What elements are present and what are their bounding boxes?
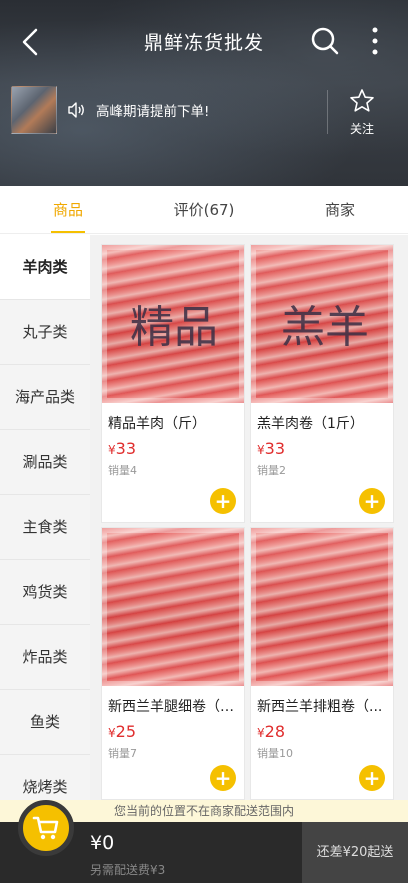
product-image — [251, 528, 393, 686]
category-seafood[interactable]: 海产品类 — [0, 365, 90, 430]
shopping-cart-icon — [32, 816, 59, 840]
chevron-left-icon — [22, 28, 38, 56]
more-menu-button[interactable] — [362, 24, 388, 58]
product-sales: 销量2 — [257, 464, 286, 477]
product-name: 羔羊肉卷（1斤） — [257, 416, 364, 432]
more-vertical-icon — [372, 27, 378, 55]
product-image: 羔羊 — [251, 245, 393, 403]
category-staples[interactable]: 主食类 — [0, 495, 90, 560]
product-image — [102, 528, 244, 686]
cart-total: ¥0 — [90, 832, 115, 854]
add-to-cart-button[interactable]: + — [359, 765, 385, 791]
product-image: 精品 — [102, 245, 244, 403]
page-title: 鼎鲜冻货批发 — [143, 32, 264, 54]
category-chicken[interactable]: 鸡货类 — [0, 560, 90, 625]
product-sales: 销量4 — [108, 464, 137, 477]
product-card[interactable]: 新西兰羊排粗卷（... ¥28 销量10 + — [250, 527, 394, 800]
tab-bar: 商品 评价(67) 商家 — [0, 186, 408, 234]
divider — [327, 90, 328, 134]
store-notice: 高峰期请提前下单! — [66, 100, 209, 120]
product-card[interactable]: 新西兰羊腿细卷（1... ¥25 销量7 + — [101, 527, 245, 800]
nav-bar: 鼎鲜冻货批发 — [0, 0, 408, 84]
product-name: 精品羊肉（斤） — [108, 416, 206, 432]
product-price: ¥25 — [108, 722, 136, 741]
product-price: ¥28 — [257, 722, 285, 741]
category-fish[interactable]: 鱼类 — [0, 690, 90, 755]
speaker-icon — [68, 102, 84, 118]
product-sales: 销量7 — [108, 747, 137, 760]
category-hotpot[interactable]: 涮品类 — [0, 430, 90, 495]
tab-reviews[interactable]: 评价(67) — [136, 186, 272, 233]
product-price: ¥33 — [108, 439, 136, 458]
category-sidebar: 羊肉类 丸子类 海产品类 涮品类 主食类 鸡货类 炸品类 鱼类 烧烤类 — [0, 235, 90, 800]
product-card[interactable]: 精品 精品羊肉（斤） ¥33 销量4 + — [101, 244, 245, 523]
checkout-button[interactable]: 还差¥20起送 — [302, 822, 408, 883]
add-to-cart-button[interactable]: + — [210, 765, 236, 791]
store-header: 鼎鲜冻货批发 高峰期请提前下单! 关注 — [0, 0, 408, 186]
search-icon — [311, 27, 339, 55]
category-balls[interactable]: 丸子类 — [0, 300, 90, 365]
product-name: 新西兰羊排粗卷（... — [257, 699, 383, 715]
tab-merchant[interactable]: 商家 — [272, 186, 408, 233]
tab-products[interactable]: 商品 — [0, 186, 136, 233]
product-price: ¥33 — [257, 439, 285, 458]
product-photo-text: 精品 — [130, 302, 218, 353]
product-card[interactable]: 羔羊 羔羊肉卷（1斤） ¥33 销量2 + — [250, 244, 394, 523]
search-button[interactable] — [308, 24, 342, 58]
store-logo[interactable] — [11, 86, 57, 134]
category-lamb[interactable]: 羊肉类 — [0, 235, 90, 300]
notice-text: 高峰期请提前下单! — [96, 104, 210, 120]
product-grid: 精品 精品羊肉（斤） ¥33 销量4 + 羔羊 羔羊肉卷（1斤） ¥33 销量2… — [90, 235, 408, 800]
category-bbq[interactable]: 烧烤类 — [0, 755, 90, 800]
product-photo-text: 羔羊 — [281, 302, 369, 353]
follow-button[interactable]: 关注 — [340, 88, 384, 136]
delivery-fee: 另需配送费¥3 — [90, 863, 166, 877]
star-icon — [350, 89, 374, 112]
cart-button[interactable] — [18, 800, 74, 856]
add-to-cart-button[interactable]: + — [359, 488, 385, 514]
product-sales: 销量10 — [257, 747, 293, 760]
follow-label: 关注 — [349, 122, 374, 136]
product-name: 新西兰羊腿细卷（1... — [108, 699, 243, 715]
add-to-cart-button[interactable]: + — [210, 488, 236, 514]
category-fried[interactable]: 炸品类 — [0, 625, 90, 690]
back-button[interactable] — [14, 24, 50, 60]
